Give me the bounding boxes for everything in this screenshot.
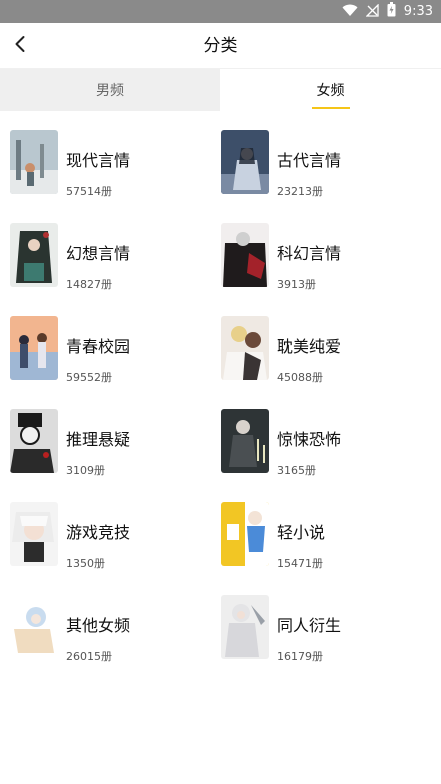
category-item[interactable]: 同人衍生 16179册 xyxy=(221,595,431,665)
category-cover xyxy=(10,130,58,194)
category-count: 59552册 xyxy=(66,371,112,384)
battery-icon xyxy=(387,2,396,21)
category-cover xyxy=(10,409,58,473)
category-count: 3913册 xyxy=(277,278,316,291)
page-title: 分类 xyxy=(203,36,238,56)
category-name: 幻想言情 xyxy=(66,244,131,263)
category-name: 惊悚恐怖 xyxy=(277,430,342,449)
category-cover xyxy=(221,409,269,473)
channel-tabs: 男频 女频 xyxy=(0,69,441,111)
category-count: 15471册 xyxy=(277,557,323,570)
category-name: 其他女频 xyxy=(66,616,131,635)
category-count: 1350册 xyxy=(66,557,105,570)
category-item[interactable]: 古代言情 23213册 xyxy=(221,130,431,200)
category-cover xyxy=(221,316,269,380)
category-count: 26015册 xyxy=(66,650,112,663)
category-item[interactable]: 游戏竞技 1350册 xyxy=(10,502,220,572)
status-bar: 9:33 xyxy=(0,0,441,23)
tab-male-label: 男频 xyxy=(96,83,124,99)
category-cover xyxy=(221,595,269,659)
category-name: 耽美纯爱 xyxy=(277,337,342,356)
active-tab-indicator xyxy=(311,107,350,109)
category-count: 45088册 xyxy=(277,371,323,384)
category-count: 57514册 xyxy=(66,185,112,198)
category-cover xyxy=(10,502,58,566)
category-name: 现代言情 xyxy=(66,151,131,170)
category-name: 游戏竞技 xyxy=(66,523,131,542)
category-name: 科幻言情 xyxy=(277,244,342,263)
category-name: 青春校园 xyxy=(66,337,131,356)
category-cover xyxy=(10,316,58,380)
category-count: 16179册 xyxy=(277,650,323,663)
wifi-icon xyxy=(342,2,358,21)
category-cover xyxy=(221,223,269,287)
category-item[interactable]: 其他女频 26015册 xyxy=(10,595,220,665)
no-signal-icon xyxy=(365,2,379,21)
category-item[interactable]: 惊悚恐怖 3165册 xyxy=(221,409,431,479)
tab-male[interactable]: 男频 xyxy=(0,69,220,111)
category-cover xyxy=(10,223,58,287)
status-time: 9:33 xyxy=(403,4,433,19)
status-icons: 9:33 xyxy=(342,0,433,23)
header: 分类 xyxy=(0,23,441,69)
category-cover xyxy=(10,595,58,659)
category-cover xyxy=(221,130,269,194)
category-name: 古代言情 xyxy=(277,151,342,170)
category-item[interactable]: 幻想言情 14827册 xyxy=(10,223,220,293)
tab-female-label: 女频 xyxy=(316,83,345,99)
category-item[interactable]: 轻小说 15471册 xyxy=(221,502,431,572)
category-name: 同人衍生 xyxy=(277,616,342,635)
category-item[interactable]: 青春校园 59552册 xyxy=(10,316,220,386)
category-item[interactable]: 现代言情 57514册 xyxy=(10,130,220,200)
tab-female[interactable]: 女频 xyxy=(220,69,441,111)
category-count: 23213册 xyxy=(277,185,323,198)
category-item[interactable]: 推理悬疑 3109册 xyxy=(10,409,220,479)
category-count: 14827册 xyxy=(66,278,112,291)
category-count: 3165册 xyxy=(277,464,316,477)
category-name: 推理悬疑 xyxy=(66,430,131,449)
category-item[interactable]: 耽美纯爱 45088册 xyxy=(221,316,431,386)
category-name: 轻小说 xyxy=(277,523,326,542)
category-item[interactable]: 科幻言情 3913册 xyxy=(221,223,431,293)
category-cover xyxy=(221,502,269,566)
category-count: 3109册 xyxy=(66,464,105,477)
